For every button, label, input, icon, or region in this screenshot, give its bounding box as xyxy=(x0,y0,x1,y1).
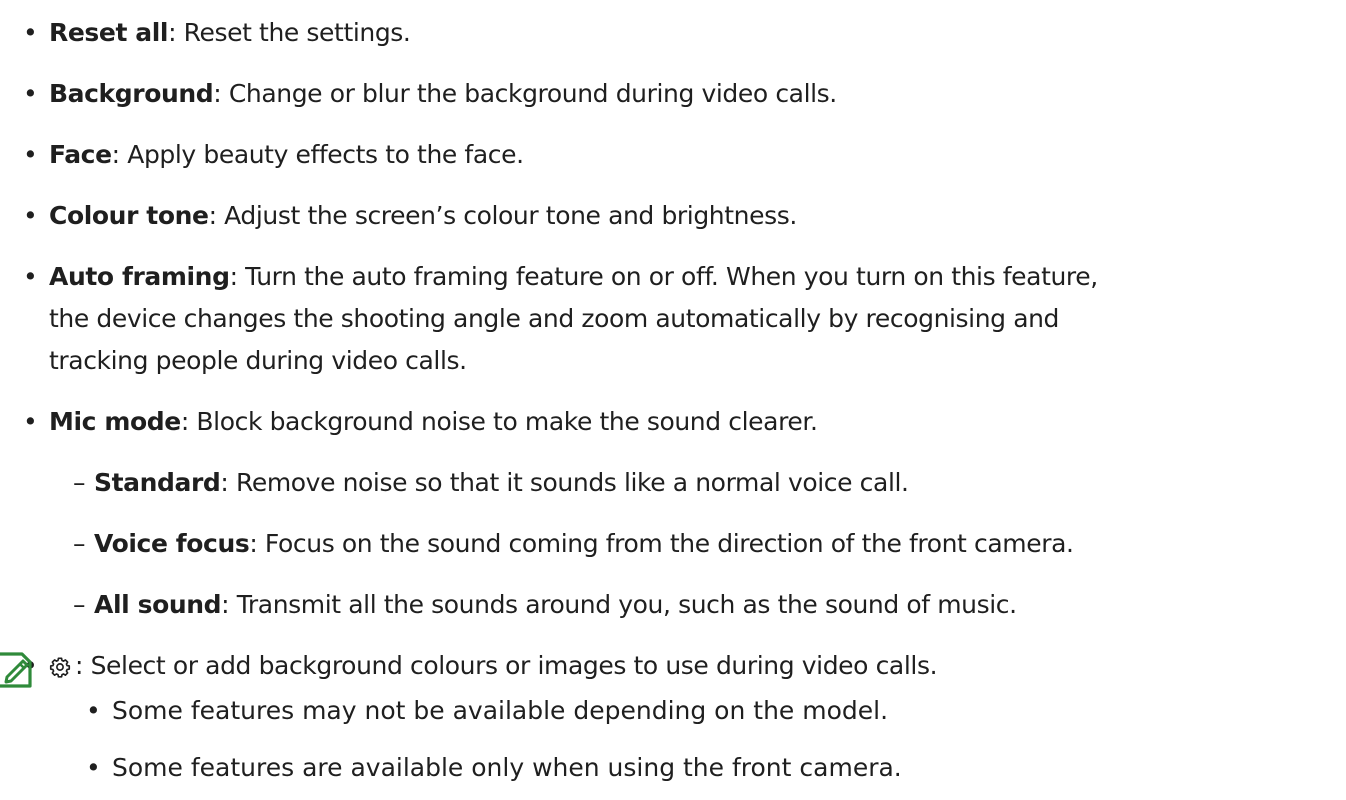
bullet: • xyxy=(23,140,38,169)
sub-item-text: All sound: Transmit all the sounds aroun… xyxy=(94,583,1017,627)
term-label: Colour tone xyxy=(49,201,209,230)
list-item-text: : Select or add background colours or im… xyxy=(49,644,938,688)
term-label: Background xyxy=(49,79,214,108)
term-label: All sound xyxy=(94,590,222,619)
term-description: : Adjust the screen’s colour tone and br… xyxy=(208,201,798,230)
sub-item-text: Voice focus: Focus on the sound coming f… xyxy=(94,522,1074,566)
term-label: Mic mode xyxy=(49,407,181,436)
bullet: • xyxy=(23,18,38,47)
term-description: : Block background noise to make the sou… xyxy=(180,407,818,436)
list-item-text: Mic mode: Block background noise to make… xyxy=(49,400,818,444)
list-item-text: Background: Change or blur the backgroun… xyxy=(49,72,837,116)
term-description: : Remove noise so that it sounds like a … xyxy=(220,468,909,497)
dash-marker: – xyxy=(72,529,86,558)
term-description-line-3: tracking people during video calls. xyxy=(49,346,467,375)
note-pencil-icon xyxy=(0,652,32,688)
gear-icon xyxy=(49,657,71,678)
bullet: • xyxy=(23,262,38,291)
term-label: Reset all xyxy=(49,18,169,47)
sub-item-text: Standard: Remove noise so that it sounds… xyxy=(94,461,909,505)
term-label: Face xyxy=(49,140,112,169)
bullet: • xyxy=(23,201,38,230)
term-description: : Change or blur the background during v… xyxy=(213,79,837,108)
term-description: : Transmit all the sounds around you, su… xyxy=(221,590,1017,619)
term-description: : Apply beauty effects to the face. xyxy=(111,140,524,169)
bullet: • xyxy=(86,696,101,725)
list-item-text: Face: Apply beauty effects to the face. xyxy=(49,133,524,177)
term-label: Standard xyxy=(94,468,221,497)
bullet: • xyxy=(23,79,38,108)
term-description: : Turn the auto framing feature on or of… xyxy=(229,262,1099,291)
note-text: Some features are available only when us… xyxy=(112,753,902,782)
dash-marker: – xyxy=(72,468,86,497)
term-description: : Reset the settings. xyxy=(168,18,411,47)
term-description-line-2: the device changes the shooting angle an… xyxy=(49,304,1060,333)
list-item-text: Auto framing: Turn the auto framing feat… xyxy=(49,255,1098,299)
term-label: Auto framing xyxy=(49,262,230,291)
list-item-text: Colour tone: Adjust the screen’s colour … xyxy=(49,194,797,238)
settings-description: : Select or add background colours or im… xyxy=(75,651,938,680)
term-description: : Focus on the sound coming from the dir… xyxy=(249,529,1074,558)
list-item-text: Reset all: Reset the settings. xyxy=(49,11,411,55)
bullet: • xyxy=(86,753,101,782)
dash-marker: – xyxy=(72,590,86,619)
bullet: • xyxy=(23,407,38,436)
note-text: Some features may not be available depen… xyxy=(112,696,889,725)
feature-description-document: • Reset all: Reset the settings. • Backg… xyxy=(0,0,1346,800)
term-label: Voice focus xyxy=(94,529,250,558)
